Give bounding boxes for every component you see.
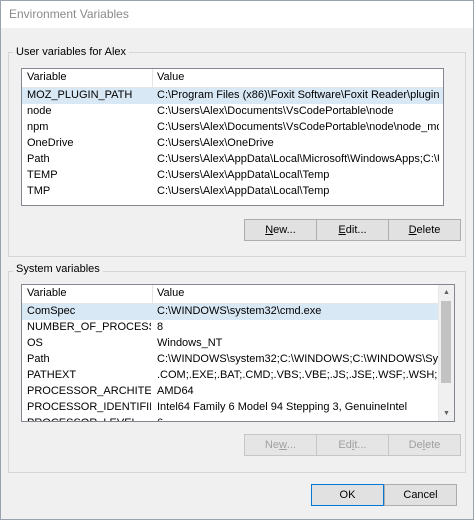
table-row[interactable]: Path C:\WINDOWS\system32;C:\WINDOWS;C:\WI… xyxy=(22,352,454,368)
table-row[interactable]: NUMBER_OF_PROCESSORS 8 xyxy=(22,320,454,336)
cancel-label: Cancel xyxy=(403,489,438,501)
scroll-up-arrow-icon[interactable]: ▲ xyxy=(439,285,454,300)
variable-value-cell: C:\Users\Alex\AppData\Local\Temp xyxy=(157,185,330,197)
variable-name-cell: PROCESSOR_ARCHITECTU... xyxy=(27,385,151,397)
column-header-value[interactable]: Value xyxy=(157,287,184,299)
table-row[interactable]: OneDrive C:\Users\Alex\OneDrive xyxy=(22,136,443,152)
table-row[interactable]: MOZ_PLUGIN_PATH C:\Program Files (x86)\Fo… xyxy=(22,88,443,104)
table-row[interactable]: ComSpec C:\WINDOWS\system32\cmd.exe xyxy=(22,304,454,320)
user-variables-list[interactable]: Variable Value MOZ_PLUGIN_PATH C:\Program… xyxy=(21,68,444,206)
variable-name-cell: PROCESSOR_LEVEL xyxy=(27,417,151,421)
variable-value-cell: C:\Users\Alex\OneDrive xyxy=(157,137,274,149)
table-row[interactable]: PATHEXT .COM;.EXE;.BAT;.CMD;.VBS;.VBE;.JS… xyxy=(22,368,454,384)
variable-name-cell: OS xyxy=(27,337,43,349)
variable-value-cell: Intel64 Family 6 Model 94 Stepping 3, Ge… xyxy=(157,401,408,413)
ok-button[interactable]: OK xyxy=(311,484,384,506)
variable-value-cell: C:\WINDOWS\system32\cmd.exe xyxy=(157,305,322,317)
variable-value-cell: C:\WINDOWS\system32;C:\WINDOWS;C:\WINDOW… xyxy=(157,353,450,365)
system-delete-button[interactable]: De l ete xyxy=(388,434,461,456)
variable-value-cell: C:\Users\Alex\AppData\Local\Temp xyxy=(157,169,330,181)
variable-value-cell: C:\Users\Alex\Documents\VsCodePortable\n… xyxy=(157,121,439,133)
column-separator[interactable] xyxy=(152,69,153,87)
table-row[interactable]: TMP C:\Users\Alex\AppData\Local\Temp xyxy=(22,184,443,200)
variable-value-cell: Windows_NT xyxy=(157,337,223,349)
column-header-value[interactable]: Value xyxy=(157,71,184,83)
variable-name-cell: OneDrive xyxy=(27,137,74,149)
user-delete-label: elete xyxy=(416,224,441,236)
variable-name-cell: ComSpec xyxy=(27,305,76,317)
window-title: Environment Variables xyxy=(9,7,129,21)
user-delete-mnemonic: D xyxy=(408,224,417,236)
ok-label: OK xyxy=(339,489,356,501)
system-new-pre: Ne xyxy=(264,439,279,451)
user-variables-label: User variables for Alex xyxy=(13,46,130,58)
scroll-down-arrow-icon[interactable]: ▼ xyxy=(439,406,454,421)
system-delete-label: ete xyxy=(425,439,441,451)
title-bar: Environment Variables xyxy=(1,1,473,28)
system-new-mnemonic: w xyxy=(278,439,287,451)
variable-name-cell: MOZ_PLUGIN_PATH xyxy=(27,89,133,101)
system-list-scrollbar[interactable]: ▲ ▼ xyxy=(438,285,454,421)
user-new-button[interactable]: New... xyxy=(244,219,317,241)
system-variables-label: System variables xyxy=(13,263,103,275)
table-row[interactable]: node C:\Users\Alex\Documents\VsCodePortab… xyxy=(22,104,443,120)
table-row[interactable]: Path C:\Users\Alex\AppData\Local\Microsof… xyxy=(22,152,443,168)
table-row[interactable]: PROCESSOR_ARCHITECTU... AMD64 xyxy=(22,384,454,400)
column-header-variable[interactable]: Variable xyxy=(27,71,67,83)
system-list-header: Variable Value xyxy=(22,285,454,304)
column-separator[interactable] xyxy=(152,285,153,303)
system-edit-pre: Ed xyxy=(338,439,352,451)
variable-value-cell: 8 xyxy=(157,321,164,333)
variable-value-cell: C:\Users\Alex\Documents\VsCodePortable\n… xyxy=(157,105,394,117)
table-row[interactable]: npm C:\Users\Alex\Documents\VsCodePortabl… xyxy=(22,120,443,136)
variable-name-cell: TMP xyxy=(27,185,51,197)
user-delete-button[interactable]: Delete xyxy=(388,219,461,241)
system-edit-label: t... xyxy=(354,439,367,451)
system-new-button[interactable]: Ne w... xyxy=(244,434,317,456)
variable-name-cell: Path xyxy=(27,353,50,365)
system-variables-list[interactable]: Variable Value ComSpec C:\WINDOWS\system3… xyxy=(21,284,455,422)
variable-name-cell: TEMP xyxy=(27,169,58,181)
system-new-label: ... xyxy=(286,439,297,451)
user-edit-mnemonic: E xyxy=(338,224,346,236)
user-edit-button[interactable]: Edit... xyxy=(316,219,389,241)
variable-name-cell: node xyxy=(27,105,52,117)
user-new-label: ew... xyxy=(273,224,296,236)
user-list-header: Variable Value xyxy=(22,69,443,88)
variable-name-cell: npm xyxy=(27,121,49,133)
system-edit-button[interactable]: Ed i t... xyxy=(316,434,389,456)
scrollbar-thumb[interactable] xyxy=(441,301,451,383)
cancel-button[interactable]: Cancel xyxy=(384,484,457,506)
table-row[interactable]: PROCESSOR_LEVEL 6 xyxy=(22,416,454,421)
variable-value-cell: AMD64 xyxy=(157,385,194,397)
variable-value-cell: .COM;.EXE;.BAT;.CMD;.VBS;.VBE;.JS;.JSE;.… xyxy=(157,369,450,381)
variable-name-cell: Path xyxy=(27,153,50,165)
table-row[interactable]: OS Windows_NT xyxy=(22,336,454,352)
variable-name-cell: PROCESSOR_IDENTIFIER xyxy=(27,401,151,413)
variable-name-cell: PATHEXT xyxy=(27,369,77,381)
variable-name-cell: NUMBER_OF_PROCESSORS xyxy=(27,321,151,333)
user-new-mnemonic: N xyxy=(265,224,274,236)
user-edit-label: dit... xyxy=(345,224,367,236)
variable-value-cell: C:\Users\Alex\AppData\Local\Microsoft\Wi… xyxy=(157,153,439,165)
environment-variables-dialog: Environment Variables User variables for… xyxy=(0,0,474,520)
variable-value-cell: 6 xyxy=(157,417,450,421)
column-header-variable[interactable]: Variable xyxy=(27,287,67,299)
table-row[interactable]: TEMP C:\Users\Alex\AppData\Local\Temp xyxy=(22,168,443,184)
table-row[interactable]: PROCESSOR_IDENTIFIER Intel64 Family 6 Mod… xyxy=(22,400,454,416)
variable-value-cell: C:\Program Files (x86)\Foxit Software\Fo… xyxy=(157,89,439,101)
system-delete-pre: De xyxy=(408,439,423,451)
